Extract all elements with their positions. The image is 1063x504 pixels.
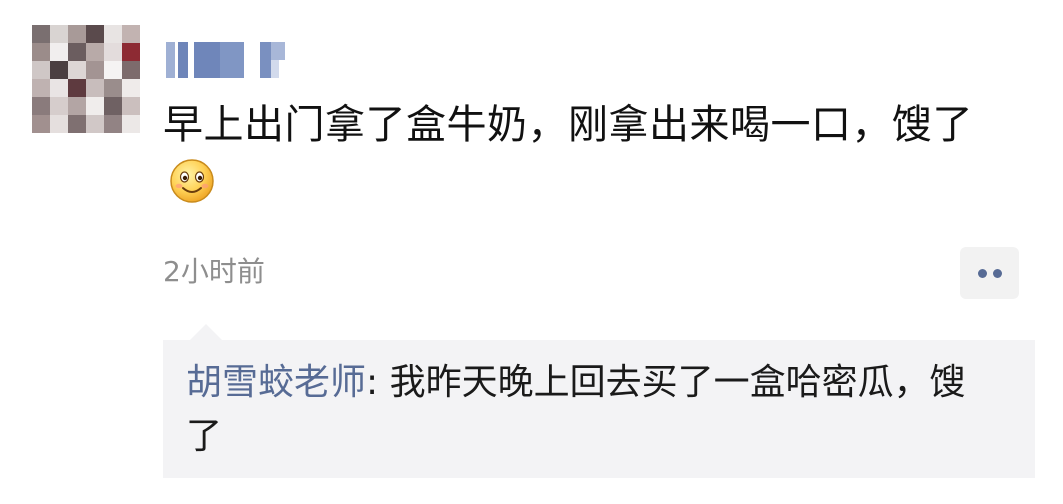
comment-author[interactable]: 胡雪蛟老师 <box>186 362 366 403</box>
comments-section: 胡雪蛟老师: 我昨天晚上回去买了一盒哈密瓜，馊了 <box>163 340 1035 478</box>
comments-pointer <box>190 324 222 340</box>
more-actions-button[interactable] <box>960 247 1019 299</box>
comment-separator: : <box>366 362 390 403</box>
user-avatar[interactable] <box>32 25 140 133</box>
post-text-content: 早上出门拿了盒牛奶，刚拿出来喝一口，馊了 <box>163 102 973 148</box>
post-text: 早上出门拿了盒牛奶，刚拿出来喝一口，馊了 <box>163 96 1013 212</box>
post-timestamp: 2小时前 <box>163 255 265 288</box>
more-dots-icon <box>978 269 987 278</box>
comment-item[interactable]: 胡雪蛟老师: 我昨天晚上回去买了一盒哈密瓜，馊了 <box>186 356 976 464</box>
smile-emoji-icon <box>170 159 214 203</box>
author-name-obscured[interactable] <box>166 38 306 82</box>
more-dots-icon <box>993 269 1002 278</box>
